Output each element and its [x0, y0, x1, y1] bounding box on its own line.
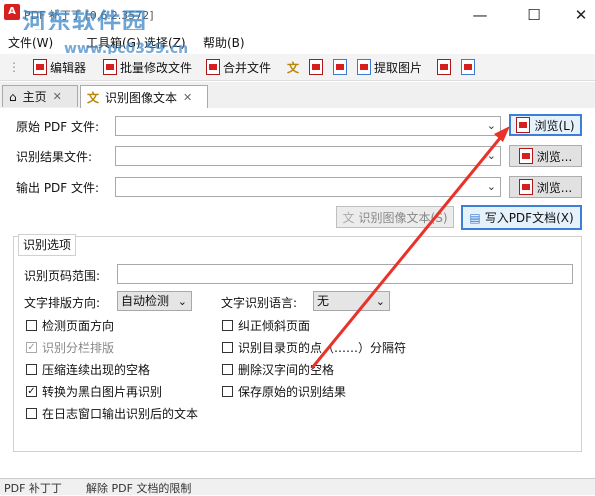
- checkbox-box[interactable]: [26, 407, 37, 419]
- menu-file[interactable]: 文件(W): [8, 34, 53, 51]
- language-select[interactable]: 无 ⌄: [313, 291, 390, 311]
- result-file-input[interactable]: ⌄: [115, 146, 501, 166]
- extract-images-button[interactable]: 提取图片: [357, 57, 422, 77]
- checkmark-icon[interactable]: ✓: [26, 385, 37, 397]
- tab-ocr-label: 识别图像文本: [105, 91, 178, 105]
- checkbox-deskew[interactable]: 纠正倾斜页面: [222, 317, 310, 333]
- batch-modify-button[interactable]: 批量修改文件: [103, 57, 192, 77]
- language-label: 文字识别语言:: [221, 296, 298, 310]
- grip-icon: ⋮: [8, 60, 20, 74]
- home-icon: ⌂: [9, 89, 17, 104]
- merge-label: 合并文件: [223, 60, 272, 75]
- pdf-icon: [516, 117, 531, 133]
- checkbox-box[interactable]: [222, 363, 233, 375]
- ocr-icon: 文: [342, 210, 355, 225]
- write-pdf-button[interactable]: ▤ 写入PDF文档(X): [461, 205, 582, 230]
- menu-help[interactable]: 帮助(B): [203, 34, 245, 51]
- checkbox-log-output[interactable]: 在日志窗口输出识别后的文本: [26, 405, 198, 421]
- image-icon: [357, 59, 371, 75]
- page-range-label: 识别页码范围:: [24, 269, 101, 283]
- chevron-down-icon: ⌄: [486, 180, 496, 193]
- close-button[interactable]: ✕: [558, 0, 595, 30]
- pdf-batch-icon: [103, 59, 117, 75]
- tab-home[interactable]: ⌂ 主页 ✕: [2, 85, 78, 107]
- checkbox-compress-spaces[interactable]: 压缩连续出现的空格: [26, 361, 150, 377]
- ocr-button[interactable]: 文 识别图像文本(S): [336, 206, 454, 228]
- output-pdf-input[interactable]: ⌄: [115, 177, 501, 197]
- page-range-input[interactable]: [117, 264, 573, 284]
- checkbox-detect-orientation[interactable]: 检测页面方向: [26, 317, 114, 333]
- source-pdf-label: 原始 PDF 文件:: [16, 120, 100, 134]
- pdf-merge-icon: [206, 59, 220, 75]
- chevron-down-icon: ⌄: [486, 149, 496, 162]
- layout-direction-select[interactable]: 自动检测 ⌄: [117, 291, 192, 311]
- tab-ocr[interactable]: 文 识别图像文本 ✕: [80, 85, 208, 109]
- convert-tool-icon[interactable]: [333, 57, 347, 77]
- rename-tool-icon[interactable]: [437, 57, 451, 77]
- toolbar: ⋮ 编辑器 批量修改文件 合并文件 文 提取图片: [0, 54, 595, 81]
- export-tool-icon[interactable]: [461, 57, 475, 77]
- checkbox-box[interactable]: [222, 319, 233, 331]
- result-file-label: 识别结果文件:: [16, 150, 93, 164]
- maximize-button[interactable]: ☐: [511, 0, 557, 30]
- source-pdf-input[interactable]: ⌄: [115, 116, 501, 136]
- output-pdf-label: 输出 PDF 文件:: [16, 181, 100, 195]
- tab-bar: ⌂ 主页 ✕ 文 识别图像文本 ✕: [0, 82, 595, 109]
- extract-images-label: 提取图片: [374, 60, 423, 75]
- ocr-icon: 文: [87, 91, 100, 105]
- tab-home-close-icon[interactable]: ✕: [53, 90, 62, 103]
- minimize-button[interactable]: —: [457, 0, 503, 30]
- editor-label: 编辑器: [50, 60, 87, 75]
- checkbox-box[interactable]: [222, 341, 233, 353]
- chevron-down-icon: ⌄: [486, 119, 496, 132]
- pdf-icon: [518, 148, 533, 164]
- checkbox-convert-bw[interactable]: ✓ 转换为黑白图片再识别: [26, 383, 162, 399]
- tab-home-label: 主页: [22, 90, 47, 104]
- browse-output-button[interactable]: 浏览...: [509, 176, 582, 198]
- chevron-down-icon: ⌄: [375, 295, 385, 308]
- editor-button[interactable]: 编辑器: [33, 57, 86, 77]
- tab-ocr-close-icon[interactable]: ✕: [183, 91, 192, 104]
- app-logo-icon: A: [4, 4, 20, 20]
- ocr-tool-icon[interactable]: 文: [287, 57, 299, 77]
- checkbox-box[interactable]: [26, 319, 37, 331]
- checkbox-save-raw[interactable]: 保存原始的识别结果: [222, 383, 346, 399]
- layout-direction-label: 文字排版方向:: [24, 296, 101, 310]
- browse-result-button[interactable]: 浏览...: [509, 145, 582, 167]
- checkbox-remove-cjk-spaces[interactable]: 删除汉字间的空格: [222, 361, 334, 377]
- options-tab[interactable]: 识别选项: [18, 234, 77, 256]
- batch-modify-label: 批量修改文件: [120, 60, 193, 75]
- checkbox-box[interactable]: [26, 363, 37, 375]
- checkbox-toc-dots[interactable]: 识别目录页的点（……）分隔符: [222, 339, 406, 355]
- chevron-down-icon: ⌄: [177, 295, 187, 308]
- browse-source-button[interactable]: 浏览(L): [509, 114, 582, 136]
- checkbox-detect-columns[interactable]: ✓ 识别分栏排版: [26, 339, 114, 355]
- merge-button[interactable]: 合并文件: [206, 57, 271, 77]
- checkmark-icon[interactable]: ✓: [26, 341, 37, 353]
- status-bar: PDF 补丁丁 解除 PDF 文档的限制: [0, 478, 595, 495]
- title-bar: A PDF 补丁丁 [0.6.2.3572] 河东软件园 — ☐ ✕: [0, 0, 595, 36]
- pdf-icon: [518, 179, 533, 195]
- split-tool-icon[interactable]: [309, 57, 323, 77]
- write-pdf-icon: ▤: [469, 210, 481, 225]
- checkbox-box[interactable]: [222, 385, 233, 397]
- pdf-editor-icon: [33, 59, 47, 75]
